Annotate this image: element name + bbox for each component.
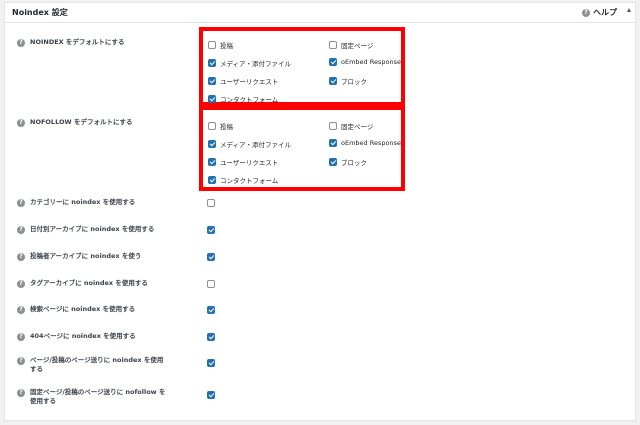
setting-label: 日付別アーカイブに noindex を使用する — [30, 225, 155, 233]
category-noindex-checkbox[interactable] — [207, 199, 215, 207]
question-circle-icon[interactable]: ? — [17, 39, 25, 47]
option-user-request[interactable]: ユーザーリクエスト — [208, 157, 278, 167]
option-block[interactable]: ブロック — [329, 157, 367, 167]
checkbox[interactable] — [329, 77, 337, 85]
option-post[interactable]: 投稿 — [208, 40, 233, 50]
checkbox[interactable] — [208, 59, 216, 67]
option-block[interactable]: ブロック — [329, 76, 367, 86]
setting-label: ページ/投稿のページ送りに noindex を使用する — [30, 356, 164, 373]
help-button[interactable]: ? ヘルプ — [582, 7, 617, 18]
option-contact-form[interactable]: コンタクトフォーム — [208, 94, 278, 104]
setting-label: 固定ページ/投稿のページ送りに nofollow を使用する — [30, 388, 166, 405]
checkbox[interactable] — [208, 95, 216, 103]
help-label: ヘルプ — [593, 8, 617, 17]
checkbox[interactable] — [208, 77, 216, 85]
noindex-highlight-box: 投稿 固定ページ メディア・添付ファイル oEmbed Response ユーザ… — [199, 27, 405, 106]
setting-label: 検索ページに noindex を使用する — [30, 305, 136, 313]
checkbox[interactable] — [329, 41, 337, 49]
setting-label: 404ページに noindex を使用する — [30, 332, 136, 340]
checkbox[interactable] — [329, 158, 337, 166]
date-archive-noindex-checkbox[interactable] — [207, 226, 215, 234]
checkbox[interactable] — [329, 122, 337, 130]
question-circle-icon[interactable]: ? — [17, 119, 25, 127]
question-circle-icon[interactable]: ? — [17, 280, 25, 288]
noindex-settings-panel: Noindex 設定 ? ヘルプ ? NOINDEX をデフォルトにする 投稿 … — [4, 2, 636, 421]
question-circle-icon: ? — [582, 8, 590, 17]
nofollow-default-label: NOFOLLOW をデフォルトにする — [30, 118, 133, 126]
option-page[interactable]: 固定ページ — [329, 40, 373, 50]
option-user-request[interactable]: ユーザーリクエスト — [208, 76, 278, 86]
author-archive-noindex-checkbox[interactable] — [207, 253, 215, 261]
checkbox[interactable] — [329, 139, 337, 147]
noindex-default-label: NOINDEX をデフォルトにする — [30, 38, 125, 46]
option-media[interactable]: メディア・添付ファイル — [208, 139, 291, 149]
triangle-up-icon[interactable] — [627, 8, 631, 12]
checkbox[interactable] — [208, 140, 216, 148]
paginated-noindex-checkbox[interactable] — [207, 359, 215, 367]
option-media[interactable]: メディア・添付ファイル — [208, 58, 291, 68]
question-circle-icon[interactable]: ? — [17, 226, 25, 234]
checkbox[interactable] — [208, 158, 216, 166]
checkbox[interactable] — [329, 58, 337, 66]
option-oembed[interactable]: oEmbed Response — [329, 58, 401, 66]
question-circle-icon[interactable]: ? — [17, 389, 25, 397]
checkbox[interactable] — [208, 176, 216, 184]
option-post[interactable]: 投稿 — [208, 121, 233, 131]
question-circle-icon[interactable]: ? — [17, 253, 25, 261]
setting-label: カテゴリーに noindex を使用する — [30, 198, 136, 206]
tag-archive-noindex-checkbox[interactable] — [207, 280, 215, 288]
search-noindex-checkbox[interactable] — [207, 306, 215, 314]
option-page[interactable]: 固定ページ — [329, 121, 373, 131]
panel-header: Noindex 設定 ? ヘルプ — [5, 3, 635, 23]
question-circle-icon[interactable]: ? — [17, 199, 25, 207]
setting-label: タグアーカイブに noindex を使用する — [30, 279, 148, 287]
option-contact-form[interactable]: コンタクトフォーム — [208, 175, 278, 185]
question-circle-icon[interactable]: ? — [17, 333, 25, 341]
nofollow-highlight-box: 投稿 固定ページ メディア・添付ファイル oEmbed Response ユーザ… — [199, 106, 405, 191]
checkbox[interactable] — [208, 41, 216, 49]
paginated-nofollow-checkbox[interactable] — [207, 391, 215, 399]
question-circle-icon[interactable]: ? — [17, 357, 25, 365]
panel-title: Noindex 設定 — [12, 8, 68, 17]
option-oembed[interactable]: oEmbed Response — [329, 139, 401, 147]
question-circle-icon[interactable]: ? — [17, 306, 25, 314]
404-noindex-checkbox[interactable] — [207, 333, 215, 341]
setting-label: 投稿者アーカイブに noindex を使う — [30, 252, 142, 260]
checkbox[interactable] — [208, 122, 216, 130]
